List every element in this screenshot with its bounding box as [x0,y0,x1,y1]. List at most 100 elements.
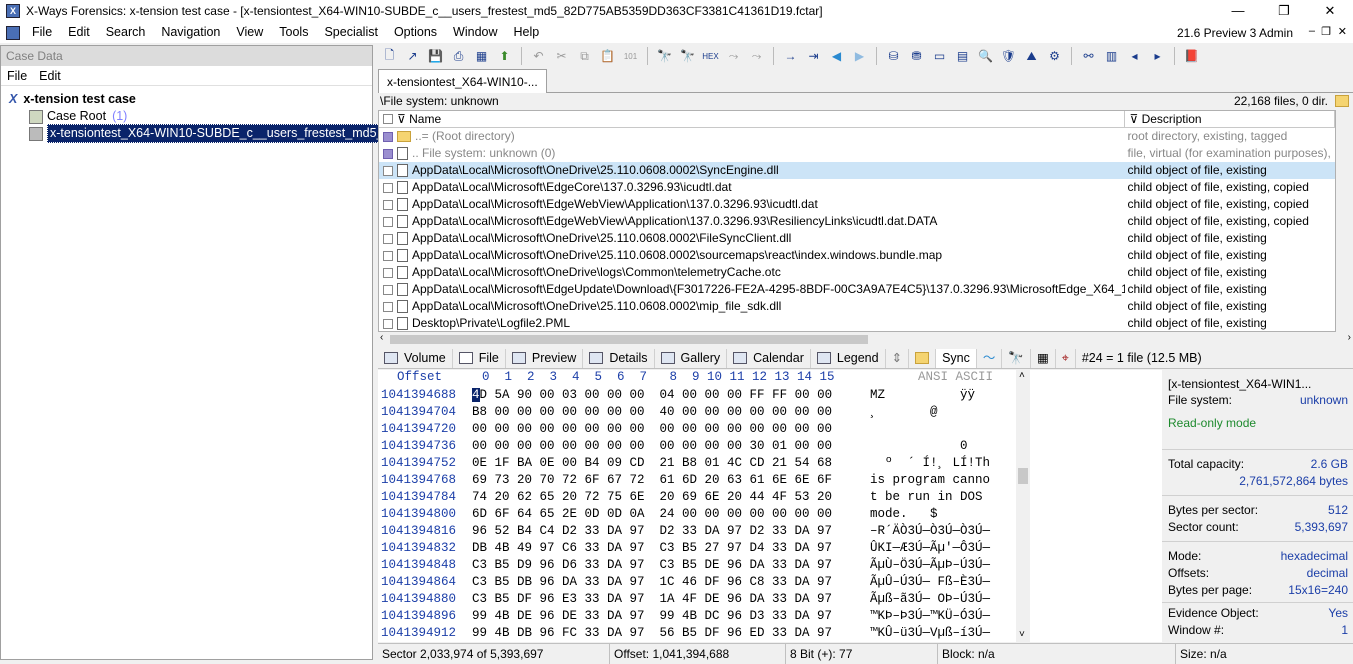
menu-help[interactable]: Help [506,22,548,43]
shield-icon[interactable]: 🛡 [999,47,1018,65]
viewtab-file[interactable]: File [453,348,506,368]
mdi-restore-icon[interactable]: ❐ [1321,25,1331,38]
hex-scroll-thumb[interactable] [1018,468,1028,484]
hex-bytes[interactable]: DB 4B 49 97 C6 33 DA 97 C3 B5 27 97 D4 3… [472,540,832,557]
menu-view[interactable]: View [228,22,271,43]
compare-icon[interactable]: ▥ [1102,47,1121,65]
tag-checkbox[interactable] [383,284,393,295]
crosshair-icon[interactable]: ⌖ [1056,348,1076,368]
hex-bytes[interactable]: B8 00 00 00 00 00 00 00 40 00 00 00 00 0… [472,404,832,421]
hex-row[interactable]: 1041394768 69 73 20 70 72 6F 67 72 61 6D … [378,472,1030,489]
open-icon[interactable]: ↗ [403,47,422,65]
viewtab-details[interactable]: Details [583,348,655,368]
hex-bytes[interactable]: 99 4B DE 96 DE 33 DA 97 99 4B DC 96 D3 3… [472,608,832,625]
menu-edit[interactable]: Edit [60,22,98,43]
next-window-icon[interactable]: ▸ [1148,47,1167,65]
tag-checkbox[interactable] [383,318,393,329]
file-list-hscroll[interactable]: ‹ › [378,332,1353,347]
hex-bytes[interactable]: C3 B5 DF 96 E3 33 DA 97 1A 4F DE 96 DA 3… [472,591,832,608]
hex-row[interactable]: 1041394720 00 00 00 00 00 00 00 00 00 00 … [378,421,1030,438]
hex-row[interactable]: 1041394880 C3 B5 DF 96 E3 33 DA 97 1A 4F … [378,591,1030,608]
hex-bytes[interactable]: 00 00 00 00 00 00 00 00 00 00 00 00 00 0… [472,421,832,438]
tag-checkbox[interactable] [383,267,393,278]
hex-bytes[interactable]: 99 4B DB 96 FC 33 DA 97 56 B5 DF 96 ED 3… [472,625,832,642]
file-row[interactable]: AppData\Local\Microsoft\EdgeCore\137.0.3… [379,179,1335,196]
viewtab-legend[interactable]: Legend [811,348,886,368]
ram-icon[interactable]: ▭ [930,47,949,65]
hex-ascii[interactable]: ¸ @ [870,404,938,421]
column-description[interactable]: ⊽ Description [1125,111,1335,127]
hex-vscroll[interactable]: ˄ ˅ [1016,370,1030,642]
tab-evidence[interactable]: x-tensiontest_X64-WIN10-... [378,69,547,93]
cut-icon[interactable]: ✂ [552,47,571,65]
hex-row[interactable]: 1041394912 99 4B DB 96 FC 33 DA 97 56 B5 … [378,625,1030,642]
hex-row[interactable]: 1041394832 DB 4B 49 97 C6 33 DA 97 C3 B5 … [378,540,1030,557]
mdi-minimize-icon[interactable]: – [1309,25,1315,37]
disk-write-icon[interactable]: ⛃ [907,47,926,65]
search-binoculars-icon[interactable]: 🔭 [1002,348,1031,368]
hex-row[interactable]: 1041394864 C3 B5 DB 96 DA 33 DA 97 1C 46 … [378,574,1030,591]
menu-options[interactable]: Options [386,22,445,43]
file-row[interactable]: AppData\Local\Microsoft\OneDrive\25.110.… [379,298,1335,315]
hex-row[interactable]: 1041394688 4D 5A 90 00 03 00 00 00 04 00 … [378,387,1030,404]
viewtab-sync[interactable]: Sync [936,348,977,368]
undo-icon[interactable]: ↶ [529,47,548,65]
tree-case-title[interactable]: X x-tension test case [9,91,136,108]
tag-checkbox[interactable] [383,199,393,210]
funnel-icon-2[interactable]: ⊽ [1129,112,1138,126]
magnify-icon[interactable]: 🔍 [976,47,995,65]
hex-row[interactable]: 1041394848 C3 B5 D9 96 D6 33 DA 97 C3 B5 … [378,557,1030,574]
menu-search[interactable]: Search [98,22,154,43]
hex-row[interactable]: 1041394784 74 20 62 65 20 72 75 6E 20 69 … [378,489,1030,506]
file-row[interactable]: AppData\Local\Microsoft\OneDrive\25.110.… [379,162,1335,179]
back-icon[interactable]: ◀ [827,47,846,65]
tag-checkbox[interactable] [383,216,393,227]
close-button[interactable]: ✕ [1307,0,1353,22]
hex-ascii[interactable]: MZ ÿÿ [870,387,975,404]
hex-row[interactable]: 1041394704 B8 00 00 00 00 00 00 00 40 00 … [378,404,1030,421]
file-row[interactable]: AppData\Local\Microsoft\OneDrive\25.110.… [379,230,1335,247]
hex-editor[interactable]: Offset 0 1 2 3 4 5 6 7 8 9 10 11 12 13 1… [378,370,1030,642]
hex-scroll-down-icon[interactable]: ˅ [1019,629,1025,640]
file-row[interactable]: AppData\Local\Microsoft\OneDrive\25.110.… [379,247,1335,264]
hscroll-thumb[interactable] [390,335,868,344]
menu-navigation[interactable]: Navigation [153,22,228,43]
find-hex-text-icon[interactable]: HEX [701,47,720,65]
find-text-icon[interactable]: 🔭 [655,47,674,65]
print-icon[interactable]: ⎙ [449,47,468,65]
hex-bytes[interactable]: 74 20 62 65 20 72 75 6E 20 69 6E 20 44 4… [472,489,832,506]
tag-checkbox[interactable] [383,148,393,159]
file-row[interactable]: AppData\Local\Microsoft\EdgeWebView\Appl… [379,213,1335,230]
case-menu-edit[interactable]: Edit [33,66,67,85]
paste-icon[interactable]: 📋 [598,47,617,65]
find-next-icon[interactable]: ⤳ [724,47,743,65]
file-row[interactable]: AppData\Local\Microsoft\OneDrive\logs\Co… [379,264,1335,281]
new-file-icon[interactable]: 🗋 [380,47,399,65]
disk-tools-icon[interactable]: ⛁ [884,47,903,65]
file-row[interactable]: ..= (Root directory) root directory, exis… [379,128,1335,145]
hex-ascii[interactable]: mode. $ [870,506,938,523]
scroll-left-icon[interactable]: ‹ [380,332,383,343]
tag-checkbox[interactable] [383,233,393,244]
hex-bytes[interactable]: C3 B5 D9 96 D6 33 DA 97 C3 B5 DE 96 DA 3… [472,557,832,574]
viewtab-gallery[interactable]: Gallery [655,348,728,368]
tree-evidence-item[interactable]: x-tensiontest_X64-WIN10-SUBDE_c__users_f… [29,124,417,143]
hex-bytes[interactable]: 69 73 20 70 72 6F 67 72 61 6D 20 63 61 6… [472,472,832,489]
mdi-close-icon[interactable]: ✕ [1338,25,1347,38]
hex-ascii[interactable]: ™KÛ–ü3Ú—Vµß–í3Ú— [870,625,990,642]
forward-icon[interactable]: ▶ [850,47,869,65]
hex-ascii[interactable]: t be run in DOS [870,489,983,506]
tag-checkbox[interactable] [383,301,393,312]
tag-checkbox[interactable] [383,182,393,193]
hex-bytes[interactable]: 6D 6F 64 65 2E 0D 0D 0A 24 00 00 00 00 0… [472,506,832,523]
sort-arrows-icon[interactable]: ⇕ [886,348,910,368]
goto-sector-icon[interactable]: ⇥ [804,47,823,65]
file-row[interactable]: Desktop\Private\Logfile2.PML child object… [379,315,1335,331]
viewtab-preview[interactable]: Preview [506,348,584,368]
hex-ascii[interactable]: º ´ Í!¸ LÍ!Th [870,455,990,472]
hex-bytes[interactable]: 96 52 B4 C4 D2 33 DA 97 D2 33 DA 97 D2 3… [472,523,832,540]
funnel-icon[interactable]: ⊽ [397,112,406,126]
hex-row[interactable]: 1041394816 96 52 B4 C4 D2 33 DA 97 D2 33 … [378,523,1030,540]
menu-tools[interactable]: Tools [271,22,316,43]
hex-scroll-up-icon[interactable]: ˄ [1019,370,1025,381]
